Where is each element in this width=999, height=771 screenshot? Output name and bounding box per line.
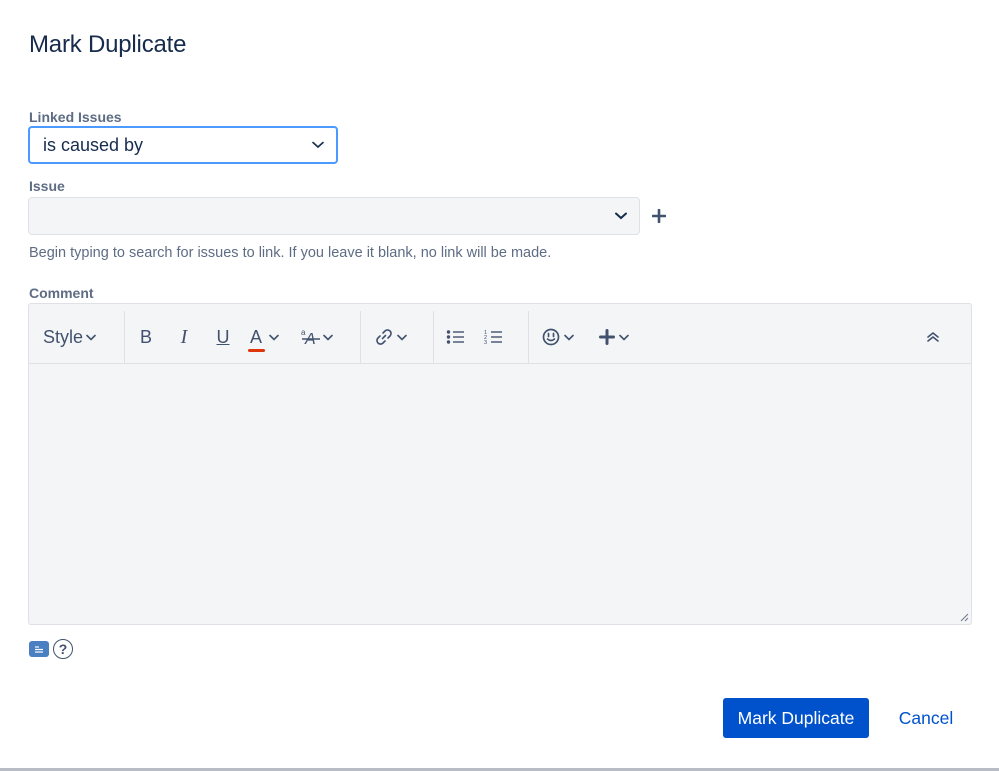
- underline-button[interactable]: U: [213, 324, 233, 350]
- chevron-down-icon: [615, 212, 627, 220]
- bold-button[interactable]: B: [137, 324, 155, 350]
- style-dropdown-label: Style: [43, 326, 84, 347]
- text-color-icon: A: [247, 327, 265, 352]
- link-button[interactable]: [371, 324, 409, 350]
- chevron-down-icon: [86, 334, 96, 341]
- comment-label: Comment: [29, 285, 94, 301]
- plus-icon: [652, 209, 666, 223]
- mark-duplicate-button[interactable]: Mark Duplicate: [723, 698, 869, 738]
- bold-icon: B: [139, 326, 152, 347]
- toolbar-divider: [360, 311, 361, 363]
- linked-issues-selected-value: is caused by: [43, 134, 144, 155]
- issue-picker[interactable]: [28, 197, 640, 235]
- issue-help-text: Begin typing to search for issues to lin…: [29, 245, 552, 261]
- text-mode-icon: [35, 646, 43, 653]
- italic-icon: I: [180, 325, 188, 348]
- underline-icon: U: [216, 326, 230, 347]
- comment-textarea[interactable]: [29, 365, 971, 624]
- toolbar-divider: [528, 311, 529, 363]
- bullet-list-icon: [446, 330, 464, 344]
- text-effects-icon: a A: [301, 328, 320, 347]
- issue-label: Issue: [29, 178, 65, 194]
- chevron-down-icon: [312, 141, 324, 149]
- comment-editor: Style B I U A a A 1 2 3: [28, 303, 972, 625]
- text-color-swatch: [248, 348, 265, 352]
- visual-text-mode-toggle[interactable]: [29, 641, 49, 657]
- linked-issues-label: Linked Issues: [29, 109, 122, 125]
- double-chevron-up-icon: [927, 331, 939, 342]
- link-icon: [375, 329, 392, 345]
- editor-toolbar: Style B I U A a A 1 2 3: [29, 304, 971, 364]
- insert-more-button[interactable]: [596, 324, 632, 350]
- style-dropdown[interactable]: Style: [43, 324, 96, 350]
- dialog-title: Mark Duplicate: [29, 31, 187, 58]
- chevron-down-icon: [619, 334, 629, 341]
- toolbar-divider: [433, 311, 434, 363]
- numbered-list-icon: 1 2 3: [484, 330, 502, 345]
- chevron-down-icon: [269, 334, 279, 341]
- chevron-down-icon: [564, 334, 574, 341]
- numbered-list-button[interactable]: 1 2 3: [483, 324, 505, 350]
- cancel-button[interactable]: Cancel: [884, 698, 968, 738]
- more-formatting-button[interactable]: a A: [297, 324, 335, 350]
- emoji-button[interactable]: [540, 324, 576, 350]
- text-color-button[interactable]: A: [245, 324, 281, 352]
- plus-icon: [599, 329, 615, 345]
- mark-duplicate-dialog: Mark Duplicate Linked Issues is caused b…: [0, 0, 999, 771]
- collapse-toolbar-button[interactable]: [924, 324, 942, 350]
- resize-handle-icon[interactable]: [959, 612, 969, 622]
- chevron-down-icon: [396, 334, 407, 341]
- chevron-down-icon: [323, 334, 333, 341]
- bullet-list-button[interactable]: [445, 324, 467, 350]
- add-issue-button[interactable]: [650, 207, 668, 225]
- svg-text:3: 3: [484, 340, 487, 345]
- linked-issues-select[interactable]: is caused by: [28, 126, 338, 164]
- smiley-icon: [542, 328, 560, 346]
- toolbar-divider: [124, 311, 125, 363]
- italic-button[interactable]: I: [175, 324, 193, 350]
- help-icon[interactable]: ?: [53, 639, 73, 659]
